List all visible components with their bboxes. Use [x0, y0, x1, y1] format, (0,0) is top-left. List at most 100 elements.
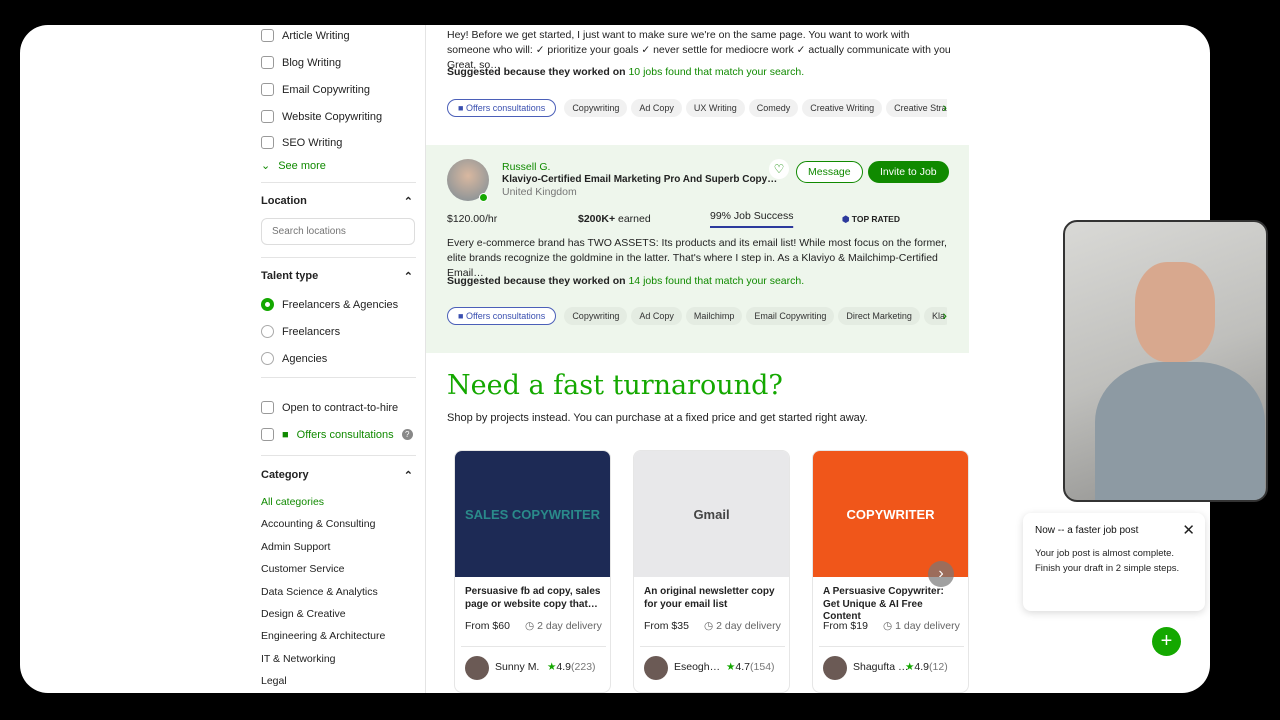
skill-chip[interactable]: Comedy: [748, 99, 799, 117]
matching-jobs-link[interactable]: 10 jobs found that match your search.: [628, 66, 804, 78]
freelancer-card[interactable]: Russell G. Klaviyo-Certified Email Marke…: [426, 145, 969, 353]
offers-consultations-badge[interactable]: ■ Offers consultations: [447, 99, 557, 117]
earned-label: earned: [615, 213, 651, 225]
carousel-next-button[interactable]: ›: [928, 561, 954, 587]
delivery-time: ◷ 2 day delivery: [704, 619, 781, 634]
checkbox[interactable]: [261, 56, 274, 69]
filter-sidebar: Article Writing Blog Writing Email Copyw…: [261, 25, 426, 693]
star-icon: ★: [905, 661, 915, 673]
skill-blog-writing[interactable]: Blog Writing: [261, 56, 341, 69]
contract-to-hire-filter[interactable]: Open to contract-to-hire: [261, 401, 398, 414]
skill-chip[interactable]: Direct Marketing: [838, 307, 920, 325]
checkbox[interactable]: [261, 29, 274, 42]
skill-chip[interactable]: Creative Stra: [886, 99, 947, 117]
label: See more: [278, 159, 326, 172]
skill-chip[interactable]: Email Copywriting: [746, 307, 835, 325]
radio[interactable]: [261, 298, 274, 311]
radio[interactable]: [261, 325, 274, 338]
skill-seo-writing[interactable]: SEO Writing: [261, 136, 342, 149]
divider: [261, 377, 416, 378]
matching-jobs-link[interactable]: 14 jobs found that match your search.: [628, 275, 804, 287]
chevron-down-icon: ⌄: [261, 160, 271, 172]
project-title[interactable]: Persuasive fb ad copy, sales page or web…: [465, 586, 605, 611]
skill-article-writing[interactable]: Article Writing: [261, 29, 350, 42]
suggested-label: Suggested because they worked on: [447, 66, 629, 78]
rating-count: (154): [750, 661, 775, 673]
help-icon[interactable]: ?: [401, 429, 413, 440]
skill-chip[interactable]: Ad Copy: [631, 307, 682, 325]
divider: [261, 182, 416, 183]
section-title: Talent type: [261, 270, 319, 282]
label: Freelancers: [282, 325, 341, 338]
skill-chip[interactable]: Creative Writing: [802, 99, 883, 117]
talent-freelancers[interactable]: Freelancers: [261, 325, 340, 338]
skill-chip[interactable]: Copywriting: [564, 99, 628, 117]
checkbox[interactable]: [261, 110, 274, 123]
radio[interactable]: [261, 352, 274, 365]
category-item[interactable]: IT & Networking: [261, 648, 385, 670]
skill-email-copywriting[interactable]: Email Copywriting: [261, 83, 370, 96]
category-item[interactable]: All categories: [261, 491, 385, 513]
skill-chip[interactable]: Ad Copy: [631, 99, 682, 117]
project-image[interactable]: Gmail: [634, 451, 789, 577]
seller-name[interactable]: Shagufta …: [853, 660, 908, 675]
label: Website Copywriting: [282, 110, 383, 123]
chevron-right-icon[interactable]: ›: [942, 99, 947, 115]
skill-chip[interactable]: UX Writing: [685, 99, 745, 117]
invite-to-job-button[interactable]: Invite to Job: [868, 161, 949, 183]
project-image[interactable]: COPYWRITER: [813, 451, 968, 577]
checkbox[interactable]: [261, 401, 274, 414]
offers-consultations-filter[interactable]: ■ Offers consultations?: [261, 428, 413, 441]
project-image[interactable]: SALES COPYWRITER: [455, 451, 610, 577]
project-card[interactable]: Gmail An original newsletter copy for you…: [633, 450, 790, 693]
skill-chip[interactable]: Mailchimp: [685, 307, 743, 325]
delivery-time: ◷ 1 day delivery: [883, 619, 960, 634]
message-button[interactable]: Message: [796, 161, 863, 183]
talent-freelancers-agencies[interactable]: Freelancers & Agencies: [261, 298, 398, 311]
project-title[interactable]: An original newsletter copy for your ema…: [644, 586, 784, 611]
skill-chip[interactable]: Copywriting: [564, 307, 628, 325]
seller-name[interactable]: Eseogh…: [674, 660, 720, 675]
person-face: [1135, 262, 1215, 362]
chevron-right-icon[interactable]: ›: [942, 307, 947, 323]
popup-title: Now -- a faster job post: [1035, 525, 1139, 536]
section-title: Category: [261, 469, 309, 481]
seller-avatar[interactable]: [465, 656, 489, 680]
category-item[interactable]: Customer Service: [261, 558, 385, 580]
label: Offers consultations: [465, 311, 546, 321]
category-item[interactable]: Accounting & Consulting: [261, 513, 385, 535]
project-title[interactable]: A Persuasive Copywriter: Get Unique & AI…: [823, 586, 963, 624]
category-header[interactable]: Category ⌃: [261, 469, 413, 482]
browser-window: Article Writing Blog Writing Email Copyw…: [20, 25, 1210, 693]
label: SEO Writing: [282, 136, 343, 149]
heart-icon[interactable]: ♡: [769, 159, 789, 179]
checkbox[interactable]: [261, 136, 274, 149]
skill-website-copywriting[interactable]: Website Copywriting: [261, 110, 382, 123]
close-icon[interactable]: ✕: [1182, 521, 1195, 539]
offers-consultations-badge[interactable]: ■ Offers consultations: [447, 307, 557, 325]
category-item[interactable]: Design & Creative: [261, 603, 385, 625]
project-card[interactable]: SALES COPYWRITER Persuasive fb ad copy, s…: [454, 450, 611, 693]
section-title: Need a fast turnaround?: [447, 370, 783, 401]
divider: [819, 646, 964, 647]
location-search-input[interactable]: [261, 218, 415, 245]
category-item[interactable]: Engineering & Architecture: [261, 625, 385, 647]
checkbox[interactable]: [261, 83, 274, 96]
talent-agencies[interactable]: Agencies: [261, 352, 327, 365]
category-item[interactable]: Data Science & Analytics: [261, 581, 385, 603]
seller-name[interactable]: Sunny M.: [495, 660, 539, 675]
category-item[interactable]: Admin Support: [261, 536, 385, 558]
image-text: COPYWRITER: [846, 506, 935, 522]
talent-type-header[interactable]: Talent type ⌃: [261, 270, 413, 283]
checkbox[interactable]: [261, 428, 274, 441]
job-success-bar: [710, 226, 794, 228]
project-price: From $19: [823, 620, 868, 632]
plus-icon[interactable]: +: [1152, 627, 1181, 656]
seller-avatar[interactable]: [823, 656, 847, 680]
project-price: From $60: [465, 620, 510, 632]
see-more-link[interactable]: ⌄ See more: [261, 159, 326, 173]
category-item[interactable]: Legal: [261, 670, 385, 692]
results: Hey! Before we get started, I just want …: [426, 25, 969, 693]
location-header[interactable]: Location ⌃: [261, 195, 413, 208]
seller-avatar[interactable]: [644, 656, 668, 680]
